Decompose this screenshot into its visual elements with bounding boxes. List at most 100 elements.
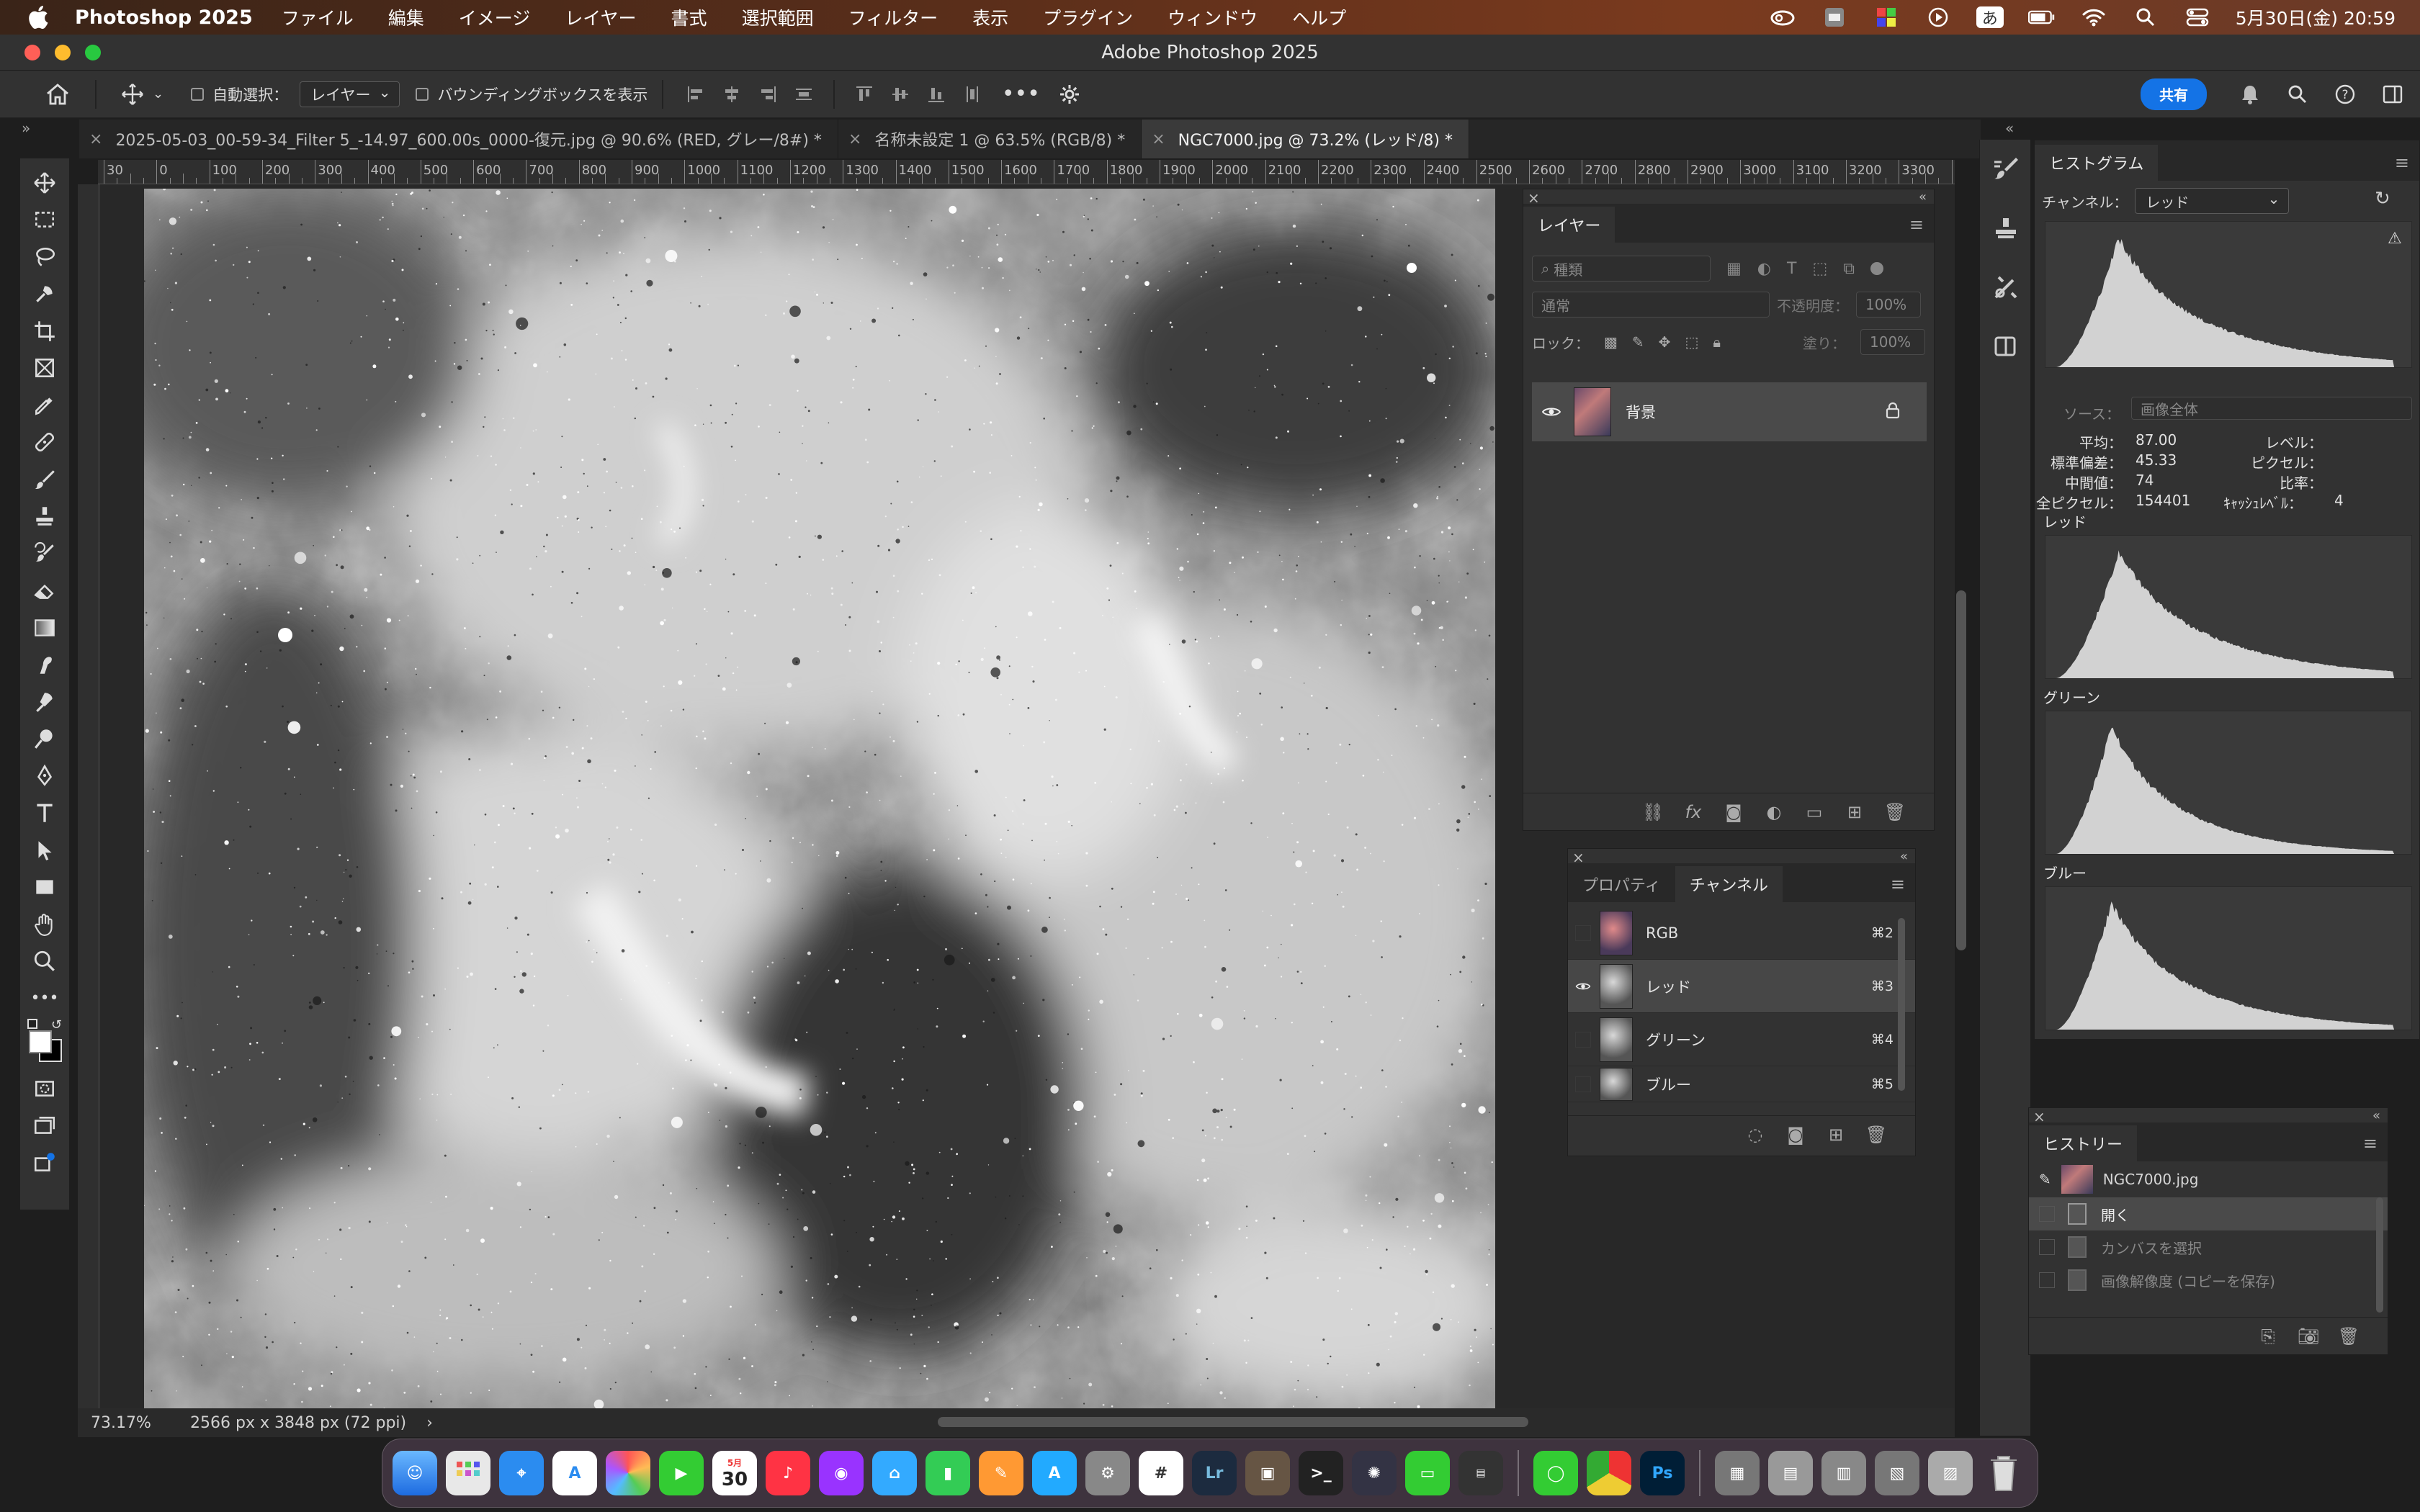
line-icon[interactable]: ▭ — [1405, 1451, 1450, 1495]
appstore-like-icon[interactable]: A — [552, 1451, 597, 1495]
channel-row-blue[interactable]: ブルー ⌘5 — [1568, 1066, 1915, 1102]
recent-window-1-icon[interactable]: ▦ — [1715, 1451, 1760, 1495]
menu-window[interactable]: ウィンドウ — [1168, 4, 1258, 30]
app-store-icon[interactable]: A — [1032, 1451, 1077, 1495]
channel-row-green[interactable]: グリーン ⌘4 — [1568, 1013, 1915, 1066]
creative-cloud-icon[interactable] — [1769, 6, 1796, 28]
visibility-toggle[interactable] — [1575, 924, 1591, 941]
close-window-button[interactable] — [24, 45, 40, 60]
channel-row-rgb[interactable]: RGB ⌘2 — [1568, 906, 1915, 960]
panel-menu-icon[interactable]: ≡ — [1891, 866, 1905, 902]
close-tab-icon[interactable]: × — [89, 130, 102, 148]
eraser-tool[interactable] — [26, 572, 63, 610]
history-step-open[interactable]: 開く — [2029, 1197, 2388, 1230]
default-colors-icon[interactable] — [27, 1018, 37, 1029]
align-middle-v-icon[interactable] — [882, 80, 918, 109]
move-tool-preset-icon[interactable] — [117, 80, 148, 109]
menu-layer[interactable]: レイヤー — [565, 4, 636, 30]
opacity-field[interactable]: 100% — [1856, 292, 1921, 318]
refresh-icon[interactable]: ↻ — [2375, 188, 2390, 210]
photos-icon[interactable] — [606, 1451, 650, 1495]
help-icon[interactable]: ? — [2328, 80, 2362, 109]
numbers-icon[interactable]: ▮ — [926, 1451, 970, 1495]
tab-document-2[interactable]: × 名称未設定 1 @ 63.5% (RGB/8) * — [838, 120, 1142, 158]
history-snapshot[interactable]: ✎ NGC7000.jpg — [2029, 1161, 2388, 1197]
zoom-level[interactable]: 73.17% — [91, 1414, 163, 1432]
menu-plugins[interactable]: プラグイン — [1043, 4, 1133, 30]
menu-view[interactable]: 表示 — [972, 4, 1008, 30]
filter-type-icon[interactable]: T — [1787, 260, 1796, 278]
hand-tool[interactable] — [26, 906, 63, 943]
play-icon[interactable] — [1924, 6, 1952, 28]
calendar-icon[interactable]: 5月 30 — [712, 1451, 757, 1495]
menu-file[interactable]: ファイル — [282, 4, 354, 30]
history-step-canvas[interactable]: カンバスを選択 — [2029, 1230, 2388, 1264]
lock-icon[interactable] — [1885, 402, 1901, 423]
zoom-tool[interactable] — [26, 943, 63, 981]
lasso-tool[interactable] — [26, 238, 63, 276]
recent-window-4-icon[interactable]: ▧ — [1875, 1451, 1919, 1495]
eye-icon[interactable] — [1575, 981, 1591, 992]
clone-source-icon[interactable] — [1980, 199, 2032, 258]
tab-channels[interactable]: チャンネル — [1675, 866, 1783, 902]
tab-document-3[interactable]: × NGC7000.jpg @ 73.2% (レッド/8) * — [1142, 120, 1469, 158]
distribute-v-icon[interactable] — [954, 80, 990, 109]
marquee-tool[interactable] — [26, 202, 63, 239]
camera-snapshot-icon[interactable]: 📷︎ — [2298, 1326, 2319, 1346]
history-step-resize[interactable]: 画像解像度 (コピーを保存) — [2029, 1264, 2388, 1297]
game-app-icon[interactable]: ▣ — [1245, 1451, 1290, 1495]
clone-stamp-tool[interactable] — [26, 498, 63, 536]
burn-tool[interactable] — [26, 721, 63, 758]
new-layer-icon[interactable]: ⊞ — [1845, 802, 1865, 822]
channels-scrollbar[interactable] — [1898, 918, 1905, 1091]
filter-shape-icon[interactable]: ⬚ — [1812, 260, 1827, 278]
filter-pixel-icon[interactable]: ▦ — [1726, 260, 1742, 278]
lock-image-icon[interactable]: ✎ — [1632, 333, 1644, 351]
save-selection-icon[interactable]: ◙ — [1785, 1125, 1806, 1145]
dodge-tool[interactable] — [26, 683, 63, 721]
collapse-panels-icon[interactable]: « — [2005, 120, 2014, 137]
apple-menu-icon[interactable] — [26, 4, 53, 31]
fill-field[interactable]: 100% — [1860, 329, 1925, 355]
link-layers-icon[interactable]: ⛓︎ — [1642, 802, 1664, 822]
history-source-checkbox[interactable] — [2039, 1206, 2055, 1222]
distribute-h-icon[interactable] — [786, 80, 822, 109]
panel-menu-icon[interactable]: ≡ — [1909, 207, 1924, 243]
align-top-icon[interactable] — [846, 80, 882, 109]
align-right-icon[interactable] — [750, 80, 786, 109]
align-left-icon[interactable] — [678, 80, 714, 109]
close-panel-icon[interactable]: × — [2033, 1108, 2045, 1125]
tab-history[interactable]: ヒストリー — [2029, 1125, 2138, 1161]
layer-name[interactable]: 背景 — [1626, 401, 1656, 423]
battery-icon[interactable] — [2027, 6, 2056, 28]
crop-tool[interactable] — [26, 312, 63, 350]
home-icon[interactable] — [40, 80, 75, 109]
minimize-window-button[interactable] — [55, 45, 71, 60]
channel-select[interactable]: レッド — [2135, 188, 2290, 214]
app-name[interactable]: Photoshop 2025 — [75, 6, 253, 29]
align-bottom-icon[interactable] — [918, 80, 954, 109]
new-group-icon[interactable]: ▭ — [1804, 802, 1824, 822]
source-select[interactable]: 画像全体 — [2131, 397, 2412, 420]
align-center-h-icon[interactable] — [714, 80, 750, 109]
chevron-down-icon[interactable]: ⌄ — [153, 86, 163, 102]
terminal-icon[interactable]: >_ — [1299, 1451, 1343, 1495]
messages-icon[interactable]: ◯ — [1533, 1451, 1578, 1495]
launchpad-icon[interactable] — [446, 1451, 490, 1495]
podcasts-icon[interactable]: ◉ — [819, 1451, 864, 1495]
lock-artboard-icon[interactable]: ⬚ — [1685, 333, 1698, 351]
menu-edit[interactable]: 編集 — [388, 4, 424, 30]
edit-toolbar-tool[interactable]: ••• — [26, 980, 63, 1017]
brush-tool[interactable] — [26, 461, 63, 498]
quick-mask-tool[interactable] — [26, 1071, 63, 1108]
collapse-panel-icon[interactable]: « — [1900, 849, 1908, 864]
tool-presets-icon[interactable] — [1980, 258, 2032, 317]
tab-histogram[interactable]: ヒストグラム — [2035, 145, 2159, 181]
type-tool[interactable] — [26, 795, 63, 832]
collapse-panel-icon[interactable]: « — [2372, 1108, 2380, 1123]
history-source-checkbox[interactable] — [2039, 1239, 2055, 1255]
eyedropper-tool[interactable] — [26, 387, 63, 424]
pen-tool[interactable] — [26, 757, 63, 795]
history-brush-tool[interactable] — [26, 535, 63, 572]
gradient-tool[interactable] — [26, 609, 63, 647]
